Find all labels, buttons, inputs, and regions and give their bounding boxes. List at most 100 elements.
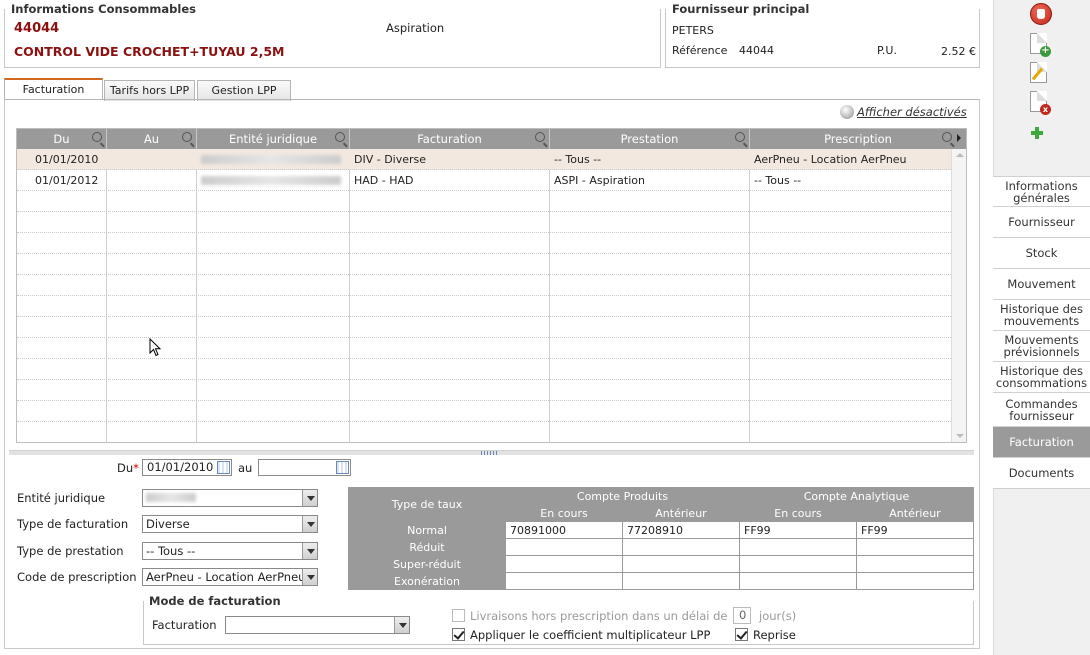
- stop-icon[interactable]: [1030, 3, 1052, 25]
- ca-anterieur-cell[interactable]: [856, 572, 974, 590]
- cp-anterieur-cell[interactable]: 77208910: [622, 521, 740, 539]
- table-row[interactable]: 01/01/2012 HAD - HAD ASPI - Aspiration -…: [17, 170, 951, 191]
- taux-row-label: Super-réduit: [348, 555, 506, 573]
- type-prestation-select[interactable]: -- Tous --: [142, 542, 318, 560]
- mode-facturation-group: Mode de facturation Facturation Livraiso…: [143, 594, 974, 645]
- cell-entite-blurred: [197, 149, 350, 170]
- ca-en-cours-cell[interactable]: [739, 572, 857, 590]
- coef-lpp-checkbox[interactable]: [452, 628, 465, 641]
- code-prescription-value: AerPneu - Location AerPneu: [146, 570, 306, 584]
- type-facturation-select[interactable]: Diverse: [142, 515, 318, 533]
- calendar-icon[interactable]: [217, 461, 230, 474]
- empty-row: [17, 191, 951, 212]
- ca-en-cours-cell[interactable]: [739, 538, 857, 556]
- sidebar-item-mouvement[interactable]: Mouvement: [993, 269, 1090, 300]
- cp-en-cours-cell[interactable]: 70891000: [505, 521, 623, 539]
- chevron-down-icon[interactable]: [302, 516, 317, 532]
- au-label: au: [238, 461, 253, 475]
- cell-du: 01/01/2010: [35, 153, 99, 166]
- tab-gestion-lpp[interactable]: Gestion LPP: [197, 80, 291, 101]
- cp-anterieur-cell[interactable]: [622, 555, 740, 573]
- table-row[interactable]: 01/01/2010 DIV - Diverse -- Tous -- AerP…: [17, 149, 951, 170]
- cp-anterieur-cell[interactable]: [622, 538, 740, 556]
- livraisons-checkbox[interactable]: [452, 609, 465, 622]
- ca-en-cours-cell[interactable]: [739, 555, 857, 573]
- edit-document-icon[interactable]: [1030, 62, 1047, 83]
- show-disabled-toggle[interactable]: Afficher désactivés: [840, 105, 967, 119]
- chevron-down-icon[interactable]: [302, 490, 317, 506]
- column-header-entite[interactable]: Entité juridique: [197, 129, 350, 149]
- column-header-prescription-label: Prescription: [824, 132, 892, 146]
- consommable-info-title: Informations Consommables: [11, 2, 200, 16]
- sidebar-item-facturation[interactable]: Facturation: [993, 427, 1090, 458]
- type-facturation-value: Diverse: [146, 517, 190, 531]
- search-icon[interactable]: [335, 132, 345, 142]
- empty-row: [17, 254, 951, 275]
- au-date-input[interactable]: [258, 459, 351, 476]
- column-header-au[interactable]: Au: [107, 129, 197, 149]
- cell-prestation: ASPI - Aspiration: [554, 174, 645, 187]
- cell-facturation: DIV - Diverse: [354, 153, 427, 166]
- search-icon[interactable]: [92, 132, 102, 142]
- cell-au: [107, 149, 197, 170]
- scroll-right-icon[interactable]: [957, 134, 961, 142]
- cp-anterieur-cell[interactable]: [622, 572, 740, 590]
- tab-tarifs-hors-lpp[interactable]: Tarifs hors LPP: [104, 80, 195, 101]
- ca-anterieur-cell[interactable]: [856, 555, 974, 573]
- reprise-checkbox[interactable]: [735, 628, 748, 641]
- disabled-toggle-icon: [840, 105, 854, 119]
- du-date-input[interactable]: 01/01/2010: [142, 459, 232, 476]
- taux-table: Type de taux Compte Produits Compte Anal…: [348, 487, 974, 590]
- cp-en-cours-cell[interactable]: [505, 555, 623, 573]
- ca-anterieur-cell[interactable]: FF99: [856, 521, 974, 539]
- ca-en-cours-cell[interactable]: FF99: [739, 521, 857, 539]
- cp-en-cours-cell[interactable]: [505, 538, 623, 556]
- splitter-bar[interactable]: [9, 450, 974, 455]
- column-header-facturation[interactable]: Facturation: [350, 129, 550, 149]
- search-icon[interactable]: [535, 132, 545, 142]
- sidebar-item-historique-mouvements[interactable]: Historique des mouvements: [993, 300, 1090, 331]
- delai-value: 0: [739, 608, 747, 622]
- chevron-down-icon[interactable]: [394, 617, 409, 633]
- search-icon[interactable]: [942, 132, 952, 142]
- code-prescription-select[interactable]: AerPneu - Location AerPneu: [142, 568, 318, 586]
- cp-en-cours-header: En cours: [505, 504, 623, 522]
- sidebar-item-historique-consommations[interactable]: Historique des consommations: [993, 362, 1090, 393]
- cp-en-cours-cell[interactable]: [505, 572, 623, 590]
- jours-label: jour(s): [759, 609, 797, 623]
- sidebar-item-documents[interactable]: Documents: [993, 458, 1090, 489]
- column-header-prescription[interactable]: Prescription: [750, 129, 966, 149]
- supplier-ref-value: 44044: [739, 44, 774, 57]
- sidebar-item-fournisseur[interactable]: Fournisseur: [993, 207, 1090, 238]
- sidebar-item-commandes-fournisseur[interactable]: Commandes fournisseur: [993, 393, 1090, 427]
- delete-document-icon[interactable]: x: [1030, 91, 1051, 115]
- scroll-down-icon[interactable]: [956, 434, 964, 438]
- empty-row: [17, 275, 951, 296]
- chevron-down-icon[interactable]: [302, 543, 317, 559]
- taux-row-exoneration: Exonération: [348, 572, 974, 590]
- mouse-cursor-icon: [149, 338, 162, 357]
- search-icon[interactable]: [735, 132, 745, 142]
- column-header-prestation[interactable]: Prestation: [550, 129, 750, 149]
- du-label: Du*: [117, 461, 139, 475]
- add-icon[interactable]: [1031, 127, 1043, 139]
- chevron-down-icon[interactable]: [302, 569, 317, 585]
- search-icon[interactable]: [182, 132, 192, 142]
- code-prescription-label: Code de prescription: [17, 570, 137, 584]
- ca-anterieur-cell[interactable]: [856, 538, 974, 556]
- column-header-du[interactable]: Du: [17, 129, 107, 149]
- new-document-icon[interactable]: +: [1030, 33, 1051, 57]
- cell-du: 01/01/2012: [35, 174, 99, 187]
- tab-facturation[interactable]: Facturation: [4, 78, 103, 100]
- grid-scrollbar[interactable]: [951, 149, 966, 442]
- calendar-icon[interactable]: [336, 461, 349, 474]
- show-disabled-link[interactable]: Afficher désactivés: [857, 105, 967, 119]
- delai-input[interactable]: 0: [733, 607, 751, 624]
- sidebar-item-stock[interactable]: Stock: [993, 238, 1090, 269]
- mode-facturation-select[interactable]: [225, 616, 410, 634]
- empty-row: [17, 212, 951, 233]
- entite-select[interactable]: [142, 489, 318, 507]
- sidebar-item-informations-generales[interactable]: Informations générales: [993, 176, 1090, 207]
- sidebar-item-mouvements-previsionnels[interactable]: Mouvements prévisionnels: [993, 331, 1090, 362]
- scroll-up-icon[interactable]: [956, 153, 964, 157]
